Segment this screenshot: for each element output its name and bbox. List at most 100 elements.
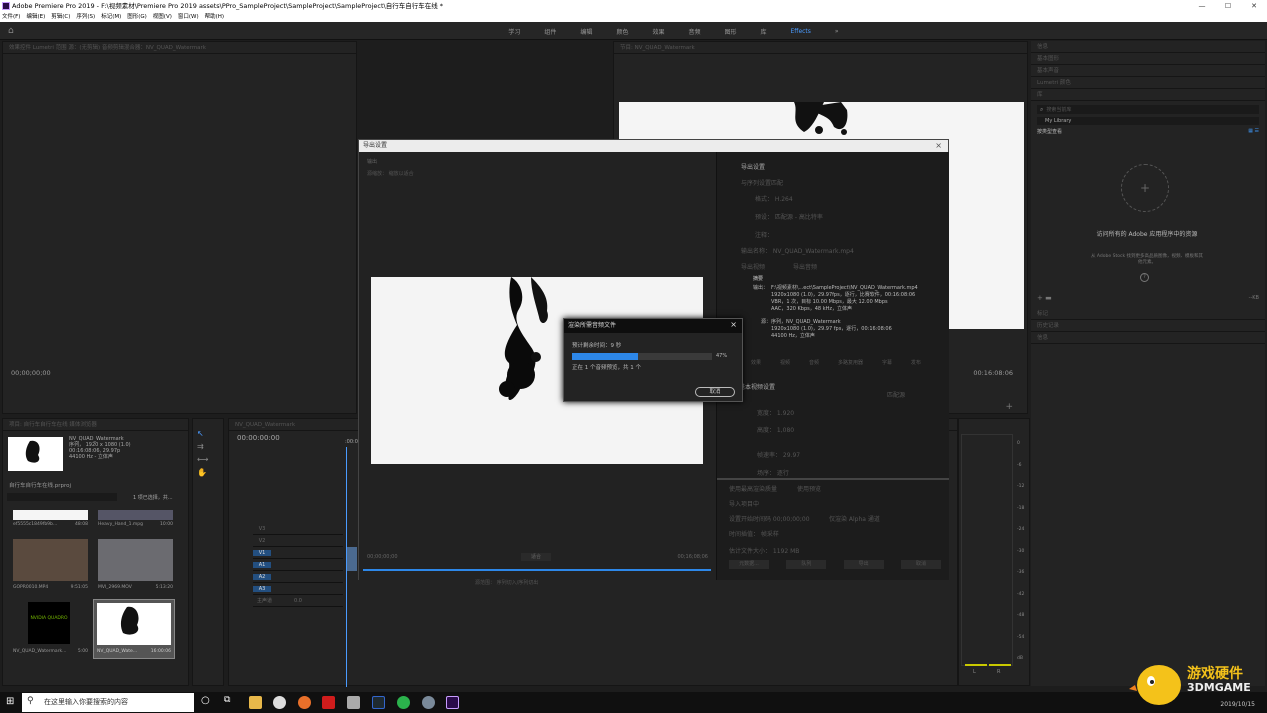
- task-view-icon[interactable]: ⧉: [224, 695, 230, 705]
- info-row[interactable]: 信息: [1031, 41, 1265, 53]
- browser-icon[interactable]: [273, 696, 286, 709]
- workspace-audio[interactable]: 音频: [688, 27, 700, 36]
- match-sequence-checkbox[interactable]: 与序列设置匹配: [741, 178, 783, 187]
- lumetri-color-row[interactable]: Lumetri 颜色: [1031, 77, 1265, 89]
- maximize-button[interactable]: ☐: [1215, 0, 1241, 12]
- help-icon[interactable]: ?: [1140, 273, 1149, 282]
- comments-field[interactable]: 注释：: [755, 230, 773, 239]
- tab-video[interactable]: 视频: [780, 359, 790, 366]
- tab-audio[interactable]: 音频: [809, 359, 819, 366]
- project-item[interactable]: Heavy_Hand_1.mpg 10:00: [98, 522, 173, 527]
- menu-sequence[interactable]: 序列(S): [76, 12, 95, 22]
- width-field[interactable]: 宽度： 1.920: [757, 408, 794, 417]
- field-order-dropdown[interactable]: 场序： 逐行: [757, 468, 789, 477]
- project-item-thumb[interactable]: [98, 510, 173, 520]
- project-item[interactable]: GOPR0010.MP4 9:51:05: [13, 585, 88, 590]
- use-previews-checkbox[interactable]: 使用预览: [797, 484, 821, 493]
- menu-marker[interactable]: 标记(M): [101, 12, 121, 22]
- export-dialog-close-icon[interactable]: ×: [935, 141, 942, 150]
- minimize-button[interactable]: —: [1189, 0, 1215, 12]
- project-item-thumb[interactable]: [98, 539, 173, 581]
- cancel-button[interactable]: 取消: [695, 387, 735, 397]
- workspace-assembly[interactable]: 组件: [544, 27, 556, 36]
- tab-captions[interactable]: 字幕: [882, 359, 892, 366]
- workspace-more-icon[interactable]: »: [835, 28, 839, 35]
- project-item[interactable]: MVI_2969.MOV 5:13:20: [98, 585, 173, 590]
- workspace-color[interactable]: 颜色: [616, 27, 628, 36]
- project-search-input[interactable]: [7, 493, 117, 501]
- track-a2[interactable]: A2: [253, 571, 343, 583]
- menu-window[interactable]: 窗口(W): [178, 12, 199, 22]
- tab-effects[interactable]: 效果: [751, 359, 761, 366]
- project-item-selected[interactable]: NV_QUAD_Wate... 16:00:06: [93, 599, 175, 659]
- libraries-row[interactable]: 库: [1031, 89, 1265, 101]
- timeline-clip[interactable]: [347, 547, 357, 571]
- program-timecode[interactable]: 00:16:08:06: [973, 369, 1013, 377]
- cancel-export-button[interactable]: 取消: [900, 560, 941, 569]
- output-tab[interactable]: 输出: [367, 158, 377, 165]
- source-monitor-tabs[interactable]: 效果控件 Lumetri 范围 源：(无剪辑) 音频剪辑混合器：NV_QUAD_…: [3, 42, 356, 54]
- track-v1[interactable]: V1: [253, 547, 343, 559]
- markers-row[interactable]: 标记: [1031, 308, 1265, 320]
- ripple-edit-tool-icon[interactable]: ⟷: [193, 453, 223, 466]
- app-icon[interactable]: [347, 696, 360, 709]
- add-asset-icon[interactable]: +: [1121, 164, 1169, 212]
- export-timeline-bar[interactable]: [363, 569, 711, 571]
- export-left-timecode[interactable]: 00;00;00;00: [367, 554, 398, 560]
- export-right-timecode[interactable]: 00;16;08;06: [677, 554, 708, 560]
- view-by-type-dropdown[interactable]: 按类型查看: [1037, 128, 1062, 135]
- project-item[interactable]: NV_QUAD_Watermark... 5:00: [13, 649, 88, 654]
- premiere-taskbar-icon[interactable]: [446, 696, 459, 709]
- menu-help[interactable]: 帮助(H): [205, 12, 224, 22]
- app-icon[interactable]: [422, 696, 435, 709]
- close-button[interactable]: ✕: [1241, 0, 1267, 12]
- file-explorer-icon[interactable]: [249, 696, 262, 709]
- info-bottom-row[interactable]: 信息: [1031, 332, 1265, 344]
- project-tabs[interactable]: 项目: 自行车自行车在线 媒体浏览器: [3, 419, 188, 431]
- app-icon[interactable]: [322, 696, 335, 709]
- menu-edit[interactable]: 编辑(E): [26, 12, 45, 22]
- render-alpha-checkbox[interactable]: 仅渲染 Alpha 通道: [829, 514, 880, 523]
- match-source-button[interactable]: 匹配源: [887, 390, 905, 399]
- track-v3[interactable]: V3: [253, 523, 343, 535]
- grid-view-icon[interactable]: ▦ ☰: [1248, 128, 1259, 135]
- essential-sound-row[interactable]: 基本声音: [1031, 65, 1265, 77]
- workspace-editing[interactable]: 编辑: [580, 27, 592, 36]
- program-monitor-tab[interactable]: 节目: NV_QUAD_Watermark: [614, 42, 1027, 54]
- track-select-tool-icon[interactable]: ⇉: [193, 440, 223, 453]
- essential-graphics-row[interactable]: 基本图形: [1031, 53, 1265, 65]
- workspace-effects[interactable]: 效果: [652, 27, 664, 36]
- project-item-thumb[interactable]: [13, 510, 88, 520]
- height-field[interactable]: 高度： 1,080: [757, 425, 794, 434]
- history-row[interactable]: 历史记录: [1031, 320, 1265, 332]
- export-audio-checkbox[interactable]: 导出音频: [793, 262, 817, 271]
- menu-view[interactable]: 视图(V): [153, 12, 172, 22]
- track-a1[interactable]: A1: [253, 559, 343, 571]
- menu-file[interactable]: 文件(F): [2, 12, 20, 22]
- fit-dropdown[interactable]: 适合: [521, 553, 551, 561]
- taskbar-search-input[interactable]: 在这里输入你要搜索的内容: [22, 693, 194, 712]
- master-track[interactable]: 主声道 0.0: [253, 595, 343, 607]
- hand-tool-icon[interactable]: ✋: [193, 466, 223, 479]
- menu-clip[interactable]: 剪辑(C): [51, 12, 70, 22]
- max-render-quality-checkbox[interactable]: 使用最高渲染质量: [729, 484, 777, 493]
- windows-start-icon[interactable]: ⊞: [6, 696, 14, 707]
- track-a3[interactable]: A3: [253, 583, 343, 595]
- tab-multiplexer[interactable]: 多路复用器: [838, 359, 863, 366]
- menu-graphics[interactable]: 图形(G): [127, 12, 147, 22]
- library-dropdown[interactable]: My Library: [1037, 117, 1259, 125]
- track-v2[interactable]: V2: [253, 535, 343, 547]
- workspace-learning[interactable]: 学习: [508, 27, 520, 36]
- project-item[interactable]: ef5555c1849fb9b... 48:08: [13, 522, 88, 527]
- interpolation-dropdown[interactable]: 时间插值： 帧采样: [729, 529, 779, 538]
- workspace-libraries[interactable]: 库: [761, 27, 767, 36]
- source-range-dropdown[interactable]: 源范围： 序列切入/序列切出: [475, 579, 538, 586]
- timeline-timecode[interactable]: 00:00:00:00: [237, 434, 280, 442]
- library-search-input[interactable]: 搜索当前库: [1046, 106, 1071, 113]
- export-button[interactable]: 导出: [843, 560, 884, 569]
- selection-tool-icon[interactable]: ↖: [193, 419, 223, 440]
- add-button-icon[interactable]: +: [1005, 402, 1013, 412]
- app-icon[interactable]: [397, 696, 410, 709]
- workspace-effects-en[interactable]: Effects: [791, 28, 811, 35]
- export-video-checkbox[interactable]: 导出视频: [741, 262, 765, 271]
